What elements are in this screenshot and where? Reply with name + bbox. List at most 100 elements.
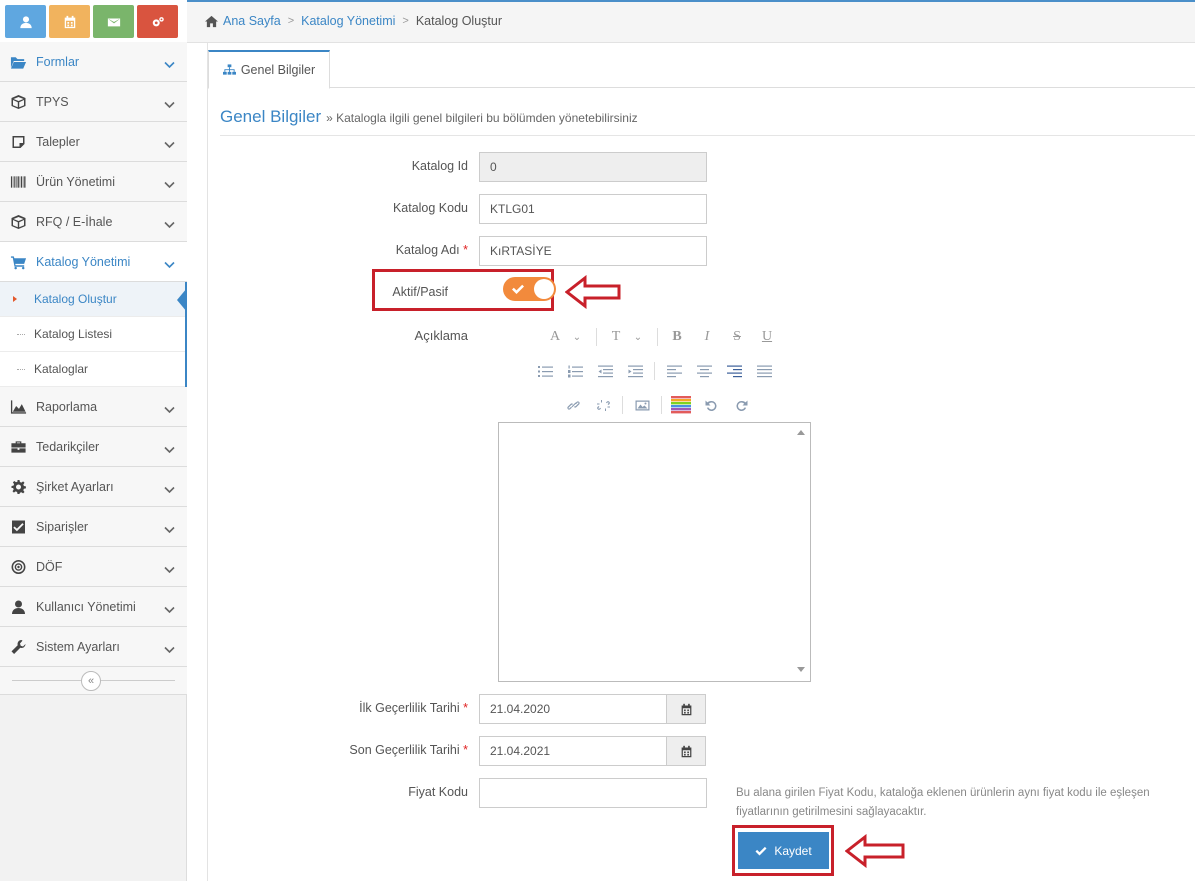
end-date-picker-button[interactable] (666, 736, 706, 766)
bold-button[interactable]: B (666, 326, 688, 348)
sidebar-item-kullanici-yonetimi[interactable]: Kullanıcı Yönetimi (0, 587, 187, 627)
catalog-code-field[interactable]: KTLG01 (479, 194, 707, 224)
underline-button[interactable]: U (756, 326, 778, 348)
breadcrumb-current: Katalog Oluştur (415, 14, 503, 28)
settings-shortcut-button[interactable] (137, 5, 178, 38)
breadcrumb-home-link[interactable]: Ana Sayfa (223, 14, 281, 28)
sidebar-item-tedarikciler[interactable]: Tedarikçiler (0, 427, 187, 467)
catalog-name-field[interactable]: KıRTASİYE (479, 236, 707, 266)
collapse-sidebar-button[interactable]: « (81, 671, 101, 691)
label-text: Katalog Kodu (392, 201, 468, 215)
color-palette-icon[interactable] (670, 394, 692, 416)
chevron-down-icon (164, 217, 175, 229)
area-chart-icon (9, 399, 27, 415)
required-marker: * (463, 743, 468, 757)
ordered-list-icon[interactable] (564, 360, 586, 382)
active-toggle-switch[interactable] (503, 277, 556, 301)
end-date-field[interactable]: 21.04.2021 (479, 736, 667, 766)
strikethrough-button[interactable]: S (726, 326, 748, 348)
sidebar-item-urun-yonetimi[interactable]: Ürün Yönetimi (0, 162, 187, 202)
font-size-button[interactable]: T (605, 326, 627, 348)
scroll-up-icon[interactable] (797, 430, 805, 435)
sidebar-item-katalog-yonetimi[interactable]: Katalog Yönetimi (0, 242, 187, 282)
sidebar-subitem-katalog-listesi[interactable]: Katalog Listesi (0, 317, 185, 352)
sidebar-item-sirket-ayarlari[interactable]: Şirket Ayarları (0, 467, 187, 507)
start-date-label: İlk Geçerlilik Tarihi * (268, 701, 468, 715)
cart-icon (9, 254, 27, 270)
sidebar-subitem-label: Katalog Oluştur (34, 292, 117, 306)
breadcrumb-section-link[interactable]: Katalog Yönetimi (301, 14, 395, 28)
indent-icon[interactable] (624, 360, 646, 382)
label-text: Katalog Adı (395, 243, 460, 257)
catalog-id-field[interactable]: 0 (479, 152, 707, 182)
price-code-help-text: Bu alana girilen Fiyat Kodu, kataloğa ek… (736, 787, 1150, 818)
toggle-knob (534, 279, 554, 299)
unordered-list-icon[interactable] (534, 360, 556, 382)
chevron-down-icon (164, 482, 175, 494)
sidebar-item-label: Siparişler (36, 519, 89, 534)
tree-dash (17, 334, 25, 335)
check-icon (511, 283, 525, 295)
align-right-icon[interactable] (723, 360, 745, 382)
label-text: Aktif/Pasif (392, 285, 448, 299)
unlink-icon[interactable] (592, 394, 614, 416)
sidebar-item-siparisler[interactable]: Siparişler (0, 507, 187, 547)
toolbar-separator (622, 396, 623, 414)
label-text: Son Geçerlilik Tarihi (349, 743, 460, 757)
user-shortcut-button[interactable] (5, 5, 46, 38)
chevron-down-icon (164, 257, 175, 269)
dropdown-arrow-icon[interactable]: ⌄ (566, 326, 588, 348)
image-icon[interactable] (631, 394, 653, 416)
sidebar-item-rfq[interactable]: RFQ / E-İhale (0, 202, 187, 242)
redo-icon[interactable] (730, 394, 752, 416)
font-name-button[interactable]: A (544, 326, 566, 348)
price-code-field[interactable] (479, 778, 707, 808)
sitemap-icon (222, 64, 236, 75)
align-justify-icon[interactable] (753, 360, 775, 382)
chevron-down-icon (164, 97, 175, 109)
toolbar-separator (657, 328, 658, 346)
sidebar-item-sistem-ayarlari[interactable]: Sistem Ayarları (0, 627, 187, 667)
active-marker (13, 296, 17, 302)
scroll-down-icon[interactable] (797, 667, 805, 672)
content-panel: Genel Bilgiler Genel Bilgiler » Katalogl… (207, 43, 1195, 881)
italic-button[interactable]: I (696, 326, 718, 348)
sidebar-item-raporlama[interactable]: Raporlama (0, 387, 187, 427)
sidebar-item-formlar[interactable]: Formlar (0, 42, 187, 82)
bullseye-icon (9, 559, 27, 575)
dropdown-arrow-icon[interactable]: ⌄ (627, 326, 649, 348)
catalog-code-label: Katalog Kodu (268, 201, 468, 215)
sidebar-subitem-label: Kataloglar (34, 362, 89, 376)
undo-icon[interactable] (700, 394, 722, 416)
sidebar-item-tpys[interactable]: TPYS (0, 82, 187, 122)
align-left-icon[interactable] (663, 360, 685, 382)
description-editor[interactable] (498, 422, 811, 682)
calendar-shortcut-button[interactable] (49, 5, 90, 38)
sidebar-item-talepler[interactable]: Talepler (0, 122, 187, 162)
mail-shortcut-button[interactable] (93, 5, 134, 38)
save-button[interactable]: Kaydet (738, 832, 829, 869)
chevron-down-icon (164, 177, 175, 189)
editor-toolbar-row-2 (530, 360, 779, 382)
editor-scrollbar[interactable] (793, 423, 810, 681)
tab-genel-bilgiler[interactable]: Genel Bilgiler (208, 50, 330, 89)
section-divider (220, 135, 1195, 136)
sidebar-item-label: Sistem Ayarları (36, 639, 120, 654)
sidebar-item-label: Katalog Yönetimi (36, 254, 131, 269)
main-content: Ana Sayfa > Katalog Yönetimi > Katalog O… (187, 0, 1195, 881)
tab-bar: Genel Bilgiler (208, 50, 1195, 89)
sidebar-subitem-katalog-olustur[interactable]: Katalog Oluştur (0, 282, 187, 317)
sidebar-subitem-kataloglar[interactable]: Kataloglar (0, 352, 185, 387)
align-center-icon[interactable] (693, 360, 715, 382)
link-icon[interactable] (562, 394, 584, 416)
check-icon (755, 846, 767, 855)
start-date-picker-button[interactable] (666, 694, 706, 724)
sidebar-item-label: Şirket Ayarları (36, 479, 114, 494)
sidebar-subitem-label: Katalog Listesi (34, 327, 113, 341)
save-button-label: Kaydet (774, 843, 812, 858)
start-date-field[interactable]: 21.04.2020 (479, 694, 667, 724)
sidebar-item-dof[interactable]: DÖF (0, 547, 187, 587)
label-text: Açıklama (414, 328, 468, 343)
outdent-icon[interactable] (594, 360, 616, 382)
chevron-down-icon (164, 642, 175, 654)
